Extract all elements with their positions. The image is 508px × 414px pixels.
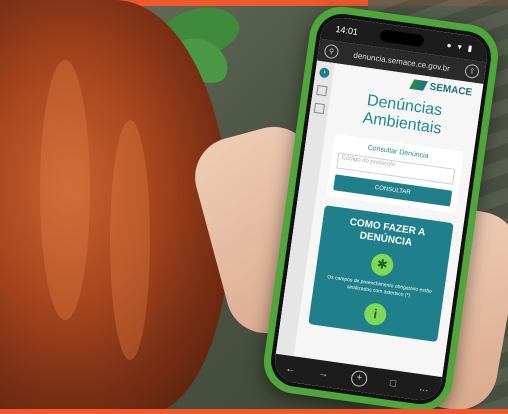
home-icon[interactable] [316, 84, 328, 97]
warning-icon[interactable] [313, 102, 326, 115]
hair-strand [40, 60, 90, 320]
web-page: › SEMACE Denúncias Ambientais Consultar … [275, 60, 484, 382]
asterisk-icon: ✱ [369, 252, 395, 278]
hair-strand [110, 120, 150, 360]
back-icon[interactable]: ← [285, 363, 296, 375]
howto-text: Os campos de preenchimento obrigatório e… [326, 274, 433, 299]
share-icon[interactable]: ⇧ [464, 63, 480, 80]
howto-card: COMO FAZER A DENÚNCIA ✱ Os campos de pre… [308, 205, 454, 343]
logo-text: SEMACE [428, 81, 473, 98]
howto-title: COMO FAZER A DENÚNCIA [326, 214, 446, 254]
consult-card: Consultar Denúncia Código do protocolo C… [326, 133, 464, 214]
phone-screen: 14:01 ● ▾ ▮ ⚲ denuncia.semace.ce.gov.br … [272, 15, 490, 403]
new-tab-icon[interactable]: + [350, 369, 369, 388]
status-icons: ● ▾ ▮ [446, 40, 475, 53]
search-icon[interactable]: ⚲ [323, 43, 340, 60]
page-content: SEMACE Denúncias Ambientais Consultar De… [302, 64, 479, 343]
photo: 14:01 ● ▾ ▮ ⚲ denuncia.semace.ce.gov.br … [0, 0, 508, 414]
chevron-right-icon[interactable]: › [318, 67, 331, 79]
tabs-icon[interactable]: □ [389, 378, 397, 390]
dynamic-island [379, 29, 425, 48]
forward-icon[interactable]: → [318, 367, 329, 379]
bottom-accent-bar [0, 409, 508, 414]
more-icon[interactable]: … [418, 382, 429, 394]
status-time: 14:01 [334, 23, 359, 38]
info-icon[interactable]: i [362, 301, 388, 327]
semace-logo-mark [409, 79, 429, 91]
